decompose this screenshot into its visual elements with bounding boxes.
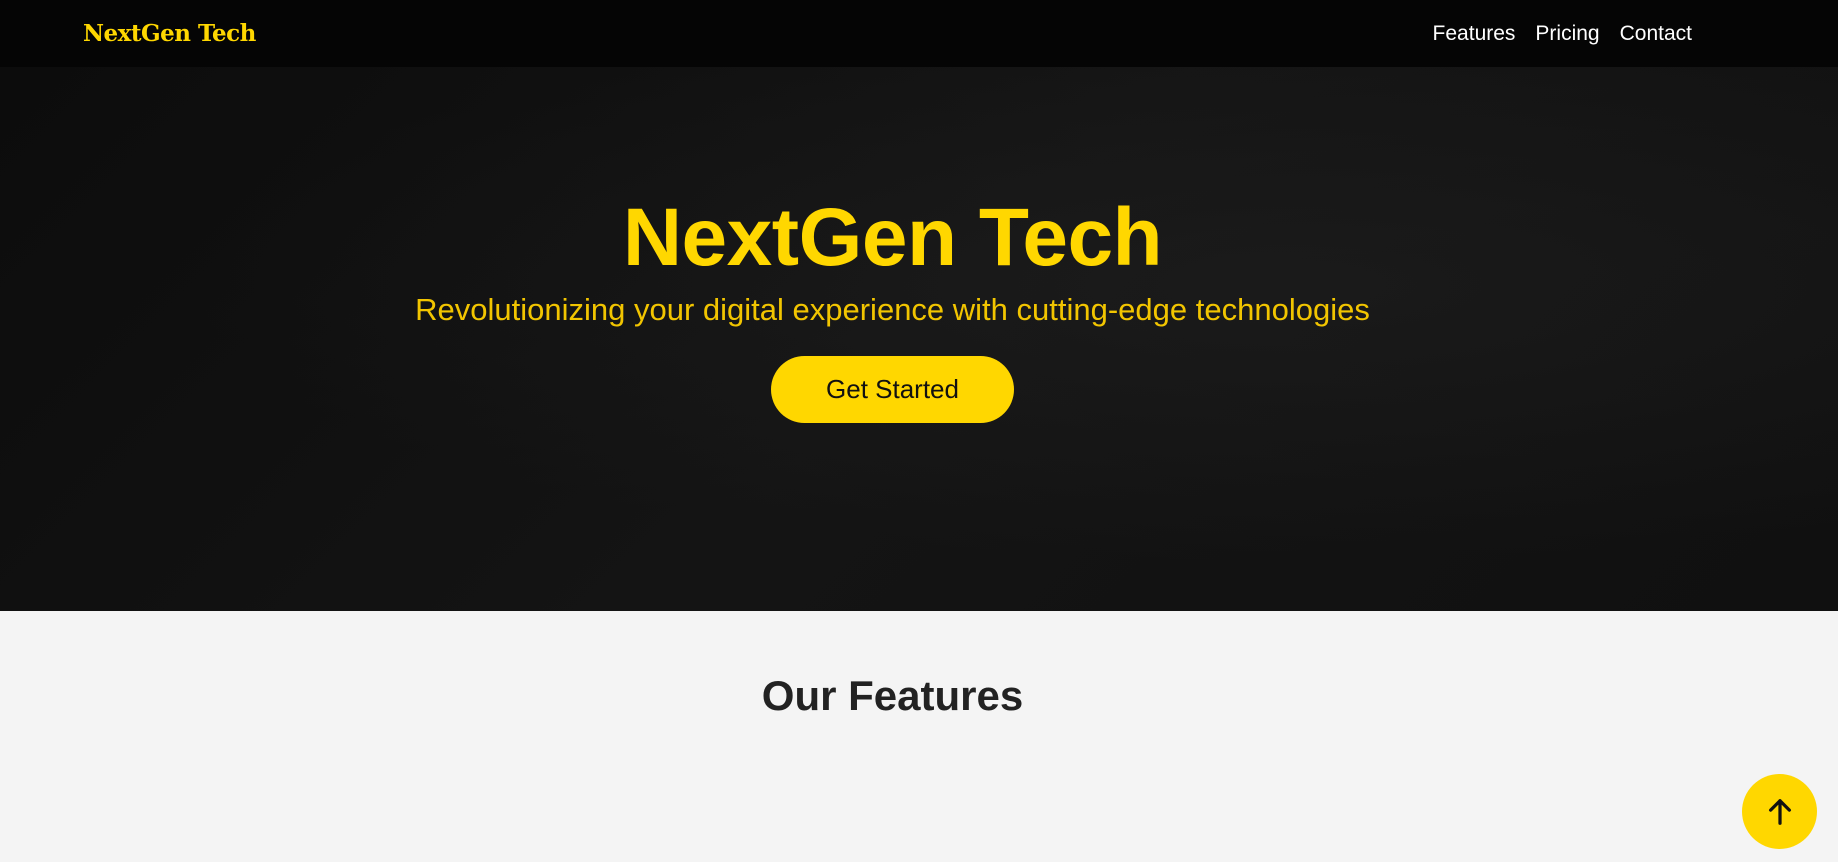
landing-page: NextGen Tech Features Pricing Contact Ne… — [0, 0, 1838, 862]
top-navbar: NextGen Tech Features Pricing Contact — [0, 0, 1838, 67]
features-title: Our Features — [761, 672, 1024, 719]
hero-subtitle: Revolutionizing your digital experience … — [415, 292, 1370, 327]
get-started-button[interactable]: Get Started — [771, 356, 1014, 423]
brand-logo[interactable]: NextGen Tech — [83, 20, 256, 47]
arrow-up-icon — [1768, 798, 1791, 825]
hero-title: NextGen Tech — [622, 192, 1163, 283]
scroll-to-top-button[interactable] — [1742, 774, 1817, 849]
nav-link-features[interactable]: Features — [1433, 22, 1516, 46]
nav-links: Features Pricing Contact — [1433, 22, 1692, 46]
nav-link-pricing[interactable]: Pricing — [1535, 22, 1599, 46]
hero-section: NextGen Tech Revolutionizing your digita… — [0, 67, 1838, 611]
nav-link-contact[interactable]: Contact — [1620, 22, 1692, 46]
features-section: Our Features — [0, 611, 1838, 862]
